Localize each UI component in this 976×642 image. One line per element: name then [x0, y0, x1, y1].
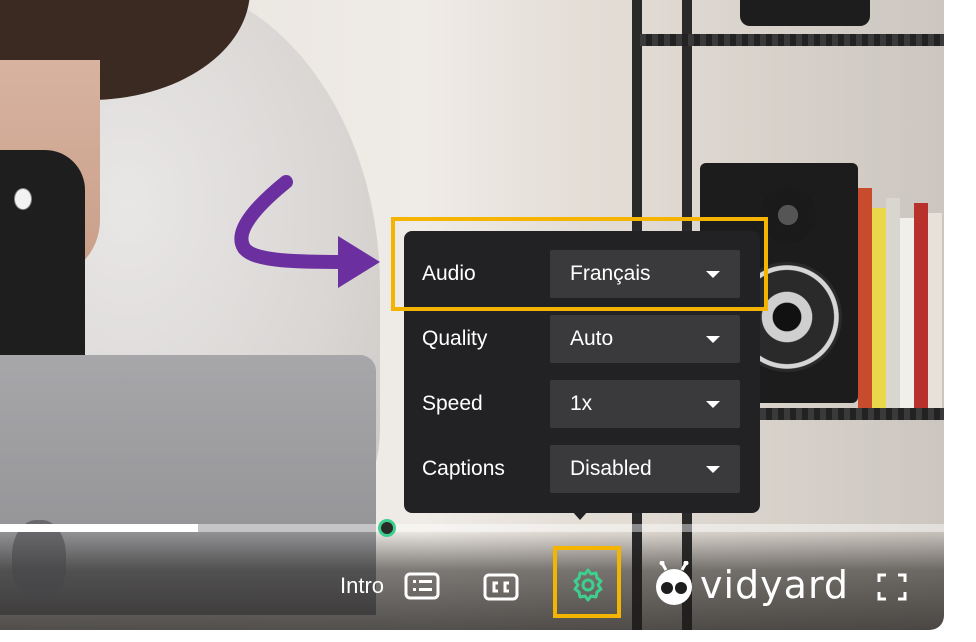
vidyard-logo[interactable]: vidyard: [652, 560, 848, 618]
captions-label: Captions: [422, 457, 505, 480]
fullscreen-icon[interactable]: [876, 572, 908, 602]
caret-down-icon: [706, 401, 720, 408]
annotation-arrow-icon: [234, 175, 380, 288]
progress-handle[interactable]: [378, 519, 397, 537]
progress-played: [0, 524, 199, 532]
speed-value: 1x: [570, 392, 593, 415]
chapters-list-icon[interactable]: [404, 571, 440, 601]
settings-menu-pointer: [571, 510, 589, 520]
speed-select[interactable]: 1x: [550, 380, 740, 428]
closed-captions-icon[interactable]: [483, 573, 519, 601]
book: [900, 218, 914, 408]
speaker-tweeter: [760, 187, 816, 243]
caret-down-icon: [706, 336, 720, 343]
chapter-label[interactable]: Intro: [340, 573, 384, 599]
quality-label: Quality: [422, 327, 488, 350]
book: [914, 203, 928, 408]
book: [872, 208, 886, 408]
caret-down-icon: [706, 466, 720, 473]
book: [928, 213, 942, 408]
vidyard-wordmark: vidyard: [700, 563, 850, 607]
captions-select[interactable]: Disabled: [550, 445, 740, 493]
quality-value: Auto: [570, 327, 614, 350]
necklace-pendant: [14, 188, 32, 210]
gear-highlight-box: [553, 546, 621, 618]
audio-highlight-box: [391, 217, 768, 311]
book: [886, 198, 900, 408]
quality-select[interactable]: Auto: [550, 315, 740, 363]
person-top: [0, 150, 85, 360]
speed-label: Speed: [422, 392, 483, 415]
shelf-bar: [640, 34, 944, 46]
book: [858, 188, 872, 408]
captions-value: Disabled: [570, 457, 652, 480]
shelf-objects: [740, 0, 870, 26]
